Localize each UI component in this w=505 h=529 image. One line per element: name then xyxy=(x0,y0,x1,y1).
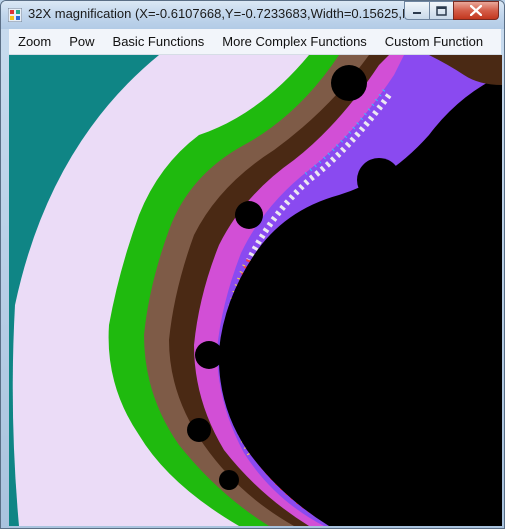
bulb-3 xyxy=(448,204,480,236)
bulb-6 xyxy=(187,418,211,442)
menu-custom-function[interactable]: Custom Function xyxy=(376,29,492,54)
bulb-1 xyxy=(331,65,367,101)
menu-zoom[interactable]: Zoom xyxy=(9,29,60,54)
app-window-icon[interactable] xyxy=(8,8,22,22)
close-button[interactable] xyxy=(453,1,499,20)
menu-bar: Zoom Pow Basic Functions More Complex Fu… xyxy=(9,29,501,55)
maximize-icon xyxy=(436,5,447,16)
bulb-7 xyxy=(219,470,239,490)
minimize-button[interactable] xyxy=(404,1,430,20)
window-title: 32X magnification (X=-0.6107668,Y=-0.723… xyxy=(28,6,404,21)
maximize-button[interactable] xyxy=(429,1,454,20)
fractal-canvas[interactable] xyxy=(9,55,502,526)
app-window: 32X magnification (X=-0.6107668,Y=-0.723… xyxy=(0,0,505,529)
close-icon xyxy=(470,5,482,16)
mandelbrot-render xyxy=(12,55,502,526)
title-bar[interactable]: 32X magnification (X=-0.6107668,Y=-0.723… xyxy=(1,1,504,29)
menu-more-complex-functions[interactable]: More Complex Functions xyxy=(213,29,376,54)
menu-basic-functions[interactable]: Basic Functions xyxy=(104,29,214,54)
bulb-2 xyxy=(357,158,401,202)
bulb-4 xyxy=(235,201,263,229)
minimize-icon xyxy=(413,11,421,14)
bulb-5 xyxy=(195,341,223,369)
menu-pow[interactable]: Pow xyxy=(60,29,103,54)
